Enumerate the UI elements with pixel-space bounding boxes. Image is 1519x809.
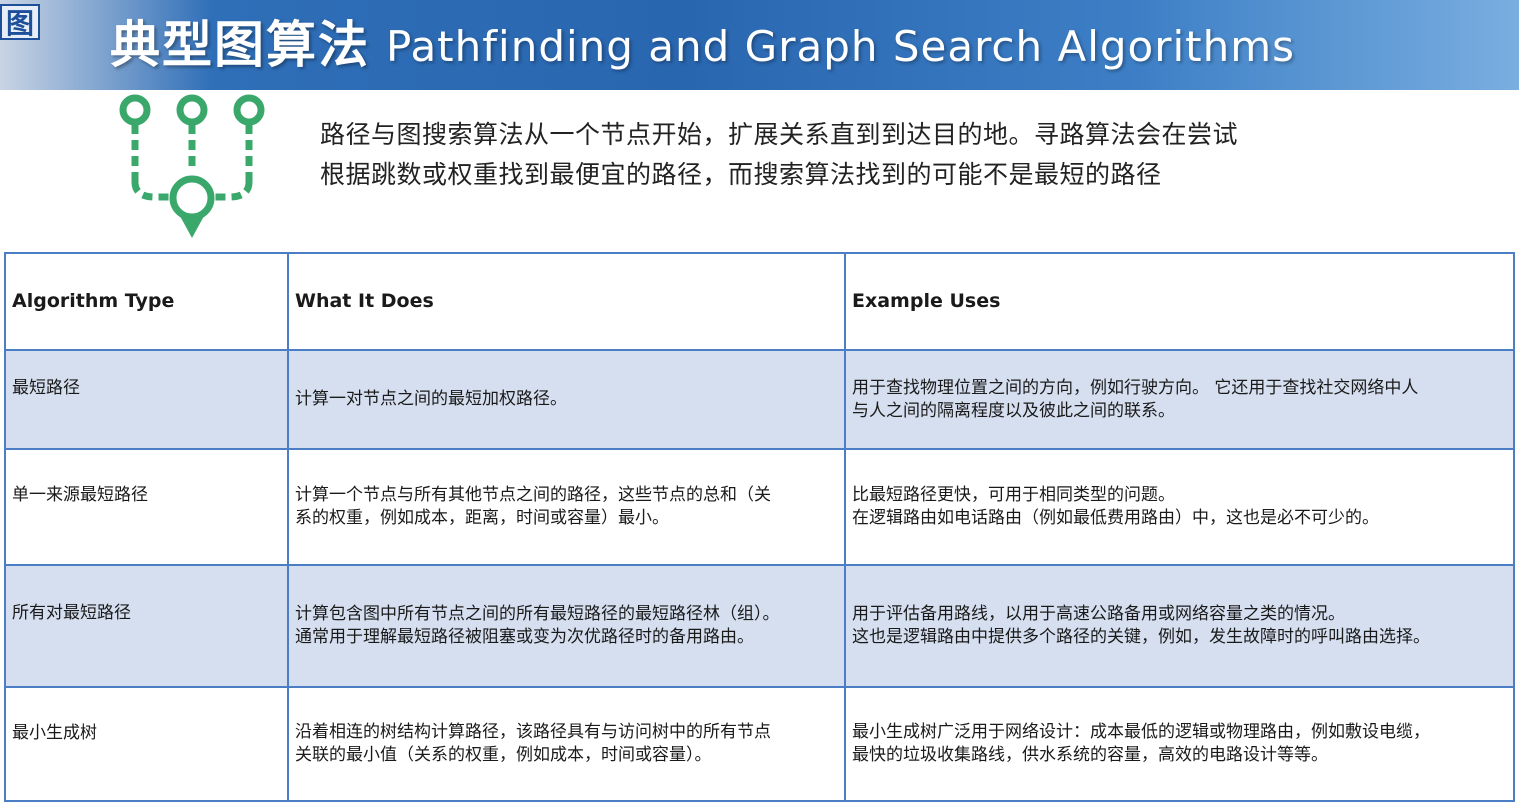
does-line: 系的权重，例如成本，距离，时间或容量）最小。 <box>295 508 669 528</box>
does-line: 计算包含图中所有节点之间的所有最短路径的最短路径林（组）。 <box>295 604 780 624</box>
type-text: 最短路径 <box>12 378 80 398</box>
cell-does: 计算包含图中所有节点之间的所有最短路径的最短路径林（组）。 通常用于理解最短路径… <box>287 564 846 688</box>
uses-line: 用于查找物理位置之间的方向，例如行驶方向。 它还用于查找社交网络中人 <box>852 377 1419 398</box>
table-row: 最短路径 计算一对节点之间的最短加权路径。 用于查找物理位置之间的方向，例如行驶… <box>4 349 1515 450</box>
table-row: 单一来源最短路径 计算一个节点与所有其他节点之间的路径，这些节点的总和（关 系的… <box>4 448 1515 566</box>
does-line: 计算一对节点之间的最短加权路径。 <box>295 389 567 409</box>
page-title-en: Pathfinding and Graph Search Algorithms <box>386 22 1296 71</box>
intro-line-1: 路径与图搜索算法从一个节点开始，扩展关系直到到达目的地。寻路算法会在尝试 <box>320 120 1239 149</box>
header-example-uses: Example Uses <box>844 252 1515 351</box>
does-line: 计算一个节点与所有其他节点之间的路径，这些节点的总和（关 <box>295 485 771 505</box>
uses-line: 这也是逻辑路由中提供多个路径的关键，例如，发生故障时的呼叫路由选择。 <box>852 627 1430 647</box>
cell-type: 最小生成树 <box>4 686 289 802</box>
uses-line: 用于评估备用路线，以用于高速公路备用或网络容量之类的情况。 <box>852 604 1345 624</box>
type-text: 最小生成树 <box>12 723 97 743</box>
type-text: 单一来源最短路径 <box>12 485 148 505</box>
uses-line: 在逻辑路由如电话路由（例如最低费用路由）中，这也是必不可少的。 <box>852 508 1379 528</box>
uses-line: 最小生成树广泛用于网络设计：成本最低的逻辑或物理路由，例如敷设电缆， <box>852 722 1430 742</box>
cell-uses: 比最短路径更快，可用于相同类型的问题。 在逻辑路由如电话路由（例如最低费用路由）… <box>844 448 1515 566</box>
table-row: 最小生成树 沿着相连的树结构计算路径，该路径具有与访问树中的所有节点 关联的最小… <box>4 686 1515 802</box>
table-header-row: Algorithm Type What It Does Example Uses <box>4 252 1515 351</box>
cell-uses: 用于评估备用路线，以用于高速公路备用或网络容量之类的情况。 这也是逻辑路由中提供… <box>844 564 1515 688</box>
cell-does: 计算一对节点之间的最短加权路径。 <box>287 349 846 450</box>
algorithm-table: Algorithm Type What It Does Example Uses… <box>4 252 1515 802</box>
intro-line-2: 根据跳数或权重找到最便宜的路径，而搜索算法找到的可能不是最短的路径 <box>320 160 1162 189</box>
title-banner: 图 典型图算法 Pathfinding and Graph Search Alg… <box>0 0 1519 90</box>
cell-type: 单一来源最短路径 <box>4 448 289 566</box>
cell-uses: 用于查找物理位置之间的方向，例如行驶方向。 它还用于查找社交网络中人 与人之间的… <box>844 349 1515 450</box>
cell-type: 最短路径 <box>4 349 289 450</box>
uses-line: 与人之间的隔离程度以及彼此之间的联系。 <box>852 400 1175 421</box>
uses-line: 比最短路径更快，可用于相同类型的问题。 <box>852 485 1175 505</box>
cell-does: 沿着相连的树结构计算路径，该路径具有与访问树中的所有节点 关联的最小值（关系的权… <box>287 686 846 802</box>
cell-type: 所有对最短路径 <box>4 564 289 688</box>
type-text: 所有对最短路径 <box>12 603 131 623</box>
does-line: 通常用于理解最短路径被阻塞或变为次优路径时的备用路由。 <box>295 627 754 647</box>
cell-uses: 最小生成树广泛用于网络设计：成本最低的逻辑或物理路由，例如敷设电缆， 最快的垃圾… <box>844 686 1515 802</box>
header-algorithm-type: Algorithm Type <box>4 252 289 351</box>
uses-line: 最快的垃圾收集路线，供水系统的容量，高效的电路设计等等。 <box>852 745 1328 765</box>
does-line: 关联的最小值（关系的权重，例如成本，时间或容量）。 <box>295 745 712 765</box>
table-row: 所有对最短路径 计算包含图中所有节点之间的所有最短路径的最短路径林（组）。 通常… <box>4 564 1515 688</box>
page-title-cn: 典型图算法 <box>110 16 370 74</box>
graph-merge-icon <box>119 94 265 238</box>
cell-does: 计算一个节点与所有其他节点之间的路径，这些节点的总和（关 系的权重，例如成本，距… <box>287 448 846 566</box>
corner-mark: 图 <box>0 4 40 40</box>
does-line: 沿着相连的树结构计算路径，该路径具有与访问树中的所有节点 <box>295 722 771 742</box>
header-what-it-does: What It Does <box>287 252 846 351</box>
